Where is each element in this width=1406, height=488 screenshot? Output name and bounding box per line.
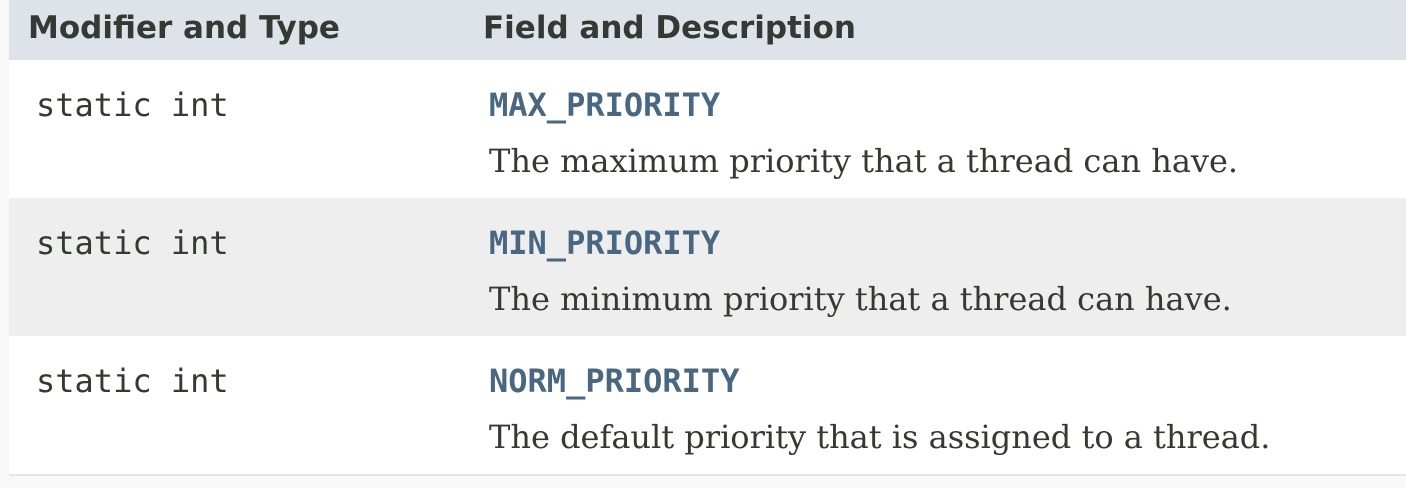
field-link-max-priority[interactable]: MAX_PRIORITY: [489, 86, 720, 124]
modifier-type-cell: static int: [36, 86, 229, 124]
table-row: static int MIN_PRIORITY The minimum prio…: [9, 198, 1406, 336]
table-header-row: Modifier and Type Field and Description: [9, 0, 1406, 60]
field-description: The maximum priority that a thread can h…: [489, 142, 1239, 180]
field-summary-table: Modifier and Type Field and Description …: [9, 0, 1406, 476]
modifier-type-cell: static int: [36, 362, 229, 400]
table-row: static int NORM_PRIORITY The default pri…: [9, 336, 1406, 474]
table-row: static int MAX_PRIORITY The maximum prio…: [9, 60, 1406, 198]
modifier-type-cell: static int: [36, 224, 229, 262]
field-description: The default priority that is assigned to…: [489, 418, 1271, 456]
field-description: The minimum priority that a thread can h…: [489, 280, 1232, 318]
column-header-modifier-type: Modifier and Type: [28, 10, 340, 46]
column-header-field-description: Field and Description: [483, 10, 856, 46]
field-link-min-priority[interactable]: MIN_PRIORITY: [489, 224, 720, 262]
field-link-norm-priority[interactable]: NORM_PRIORITY: [489, 362, 739, 400]
